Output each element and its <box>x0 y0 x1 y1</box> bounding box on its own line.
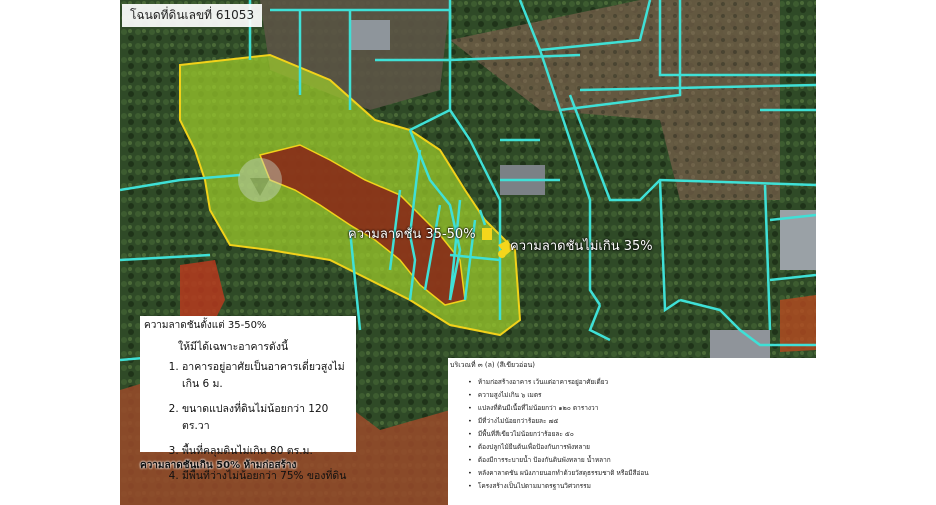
note-item: ขนาดแปลงที่ดินไม่น้อยกว่า 120 ตร.วา <box>182 400 356 434</box>
slope-label-under-35: ความลาดชันไม่เกิน 35% <box>510 239 653 254</box>
building-restriction-note: ความลาดชันตั้งแต่ 35-50% ให้มีได้เฉพาะอา… <box>140 316 356 482</box>
steep-slope-footer-note: ความลาดชันเกิน 50% ห้ามก่อสร้าง <box>140 460 297 471</box>
regulation-item: แปลงที่ดินมีเนื้อที่ไม่น้อยกว่า ๑๒๐ ตารา… <box>468 402 649 415</box>
note-heading: ความลาดชันตั้งแต่ 35-50% <box>144 320 267 331</box>
regulation-list: ห้ามก่อสร้างอาคาร เว้นแต่อาคารอยู่อาศัยเ… <box>458 376 649 493</box>
note-item: พื้นที่คลุมดินไม่เกิน 80 ตร.ม. <box>182 442 356 459</box>
note-subheading: ให้มีได้เฉพาะอาคารดังนี้ <box>178 341 289 353</box>
regulation-item: โครงสร้างเป็นไปตามมาตรฐานวิศวกรรม <box>468 480 649 493</box>
regulation-item: ความสูงไม่เกิน ๖ เมตร <box>468 389 649 402</box>
note-item: อาคารอยู่อาศัยเป็นอาคารเดี่ยวสูงไม่เกิน … <box>182 358 356 392</box>
regulation-item: มีพื้นที่สีเขียวไม่น้อยกว่าร้อยละ ๕๐ <box>468 428 649 441</box>
deed-number-label: โฉนดที่ดินเลขที่ 61053 <box>122 4 263 27</box>
regulation-item: ต้องปลูกไม้ยืนต้นเพื่อป้องกันการพังทลาย <box>468 441 649 454</box>
buildings-north <box>350 20 390 50</box>
regulation-title: บริเวณที่ ๓ (ล) (สีเขียวอ่อน) <box>450 361 535 369</box>
regulation-item: มีที่ว่างไม่น้อยกว่าร้อยละ ๗๕ <box>468 415 649 428</box>
high-slope-zone-east <box>780 295 816 352</box>
regulation-item: ต้องมีการระบายน้ำ ป้องกันดินพังทลาย น้ำห… <box>468 454 649 467</box>
regulation-item: หลังคาลาดชัน ผนังภายนอกทำด้วยวัสดุธรรมชา… <box>468 467 649 480</box>
slope-label-35-50: ความลาดชัน 35-50% <box>348 227 476 242</box>
zone-regulation-box: บริเวณที่ ๓ (ล) (สีเขียวอ่อน) ห้ามก่อสร้… <box>448 358 816 505</box>
map-watermark-icon <box>238 158 282 202</box>
regulation-item: ห้ามก่อสร้างอาคาร เว้นแต่อาคารอยู่อาศัยเ… <box>468 376 649 389</box>
